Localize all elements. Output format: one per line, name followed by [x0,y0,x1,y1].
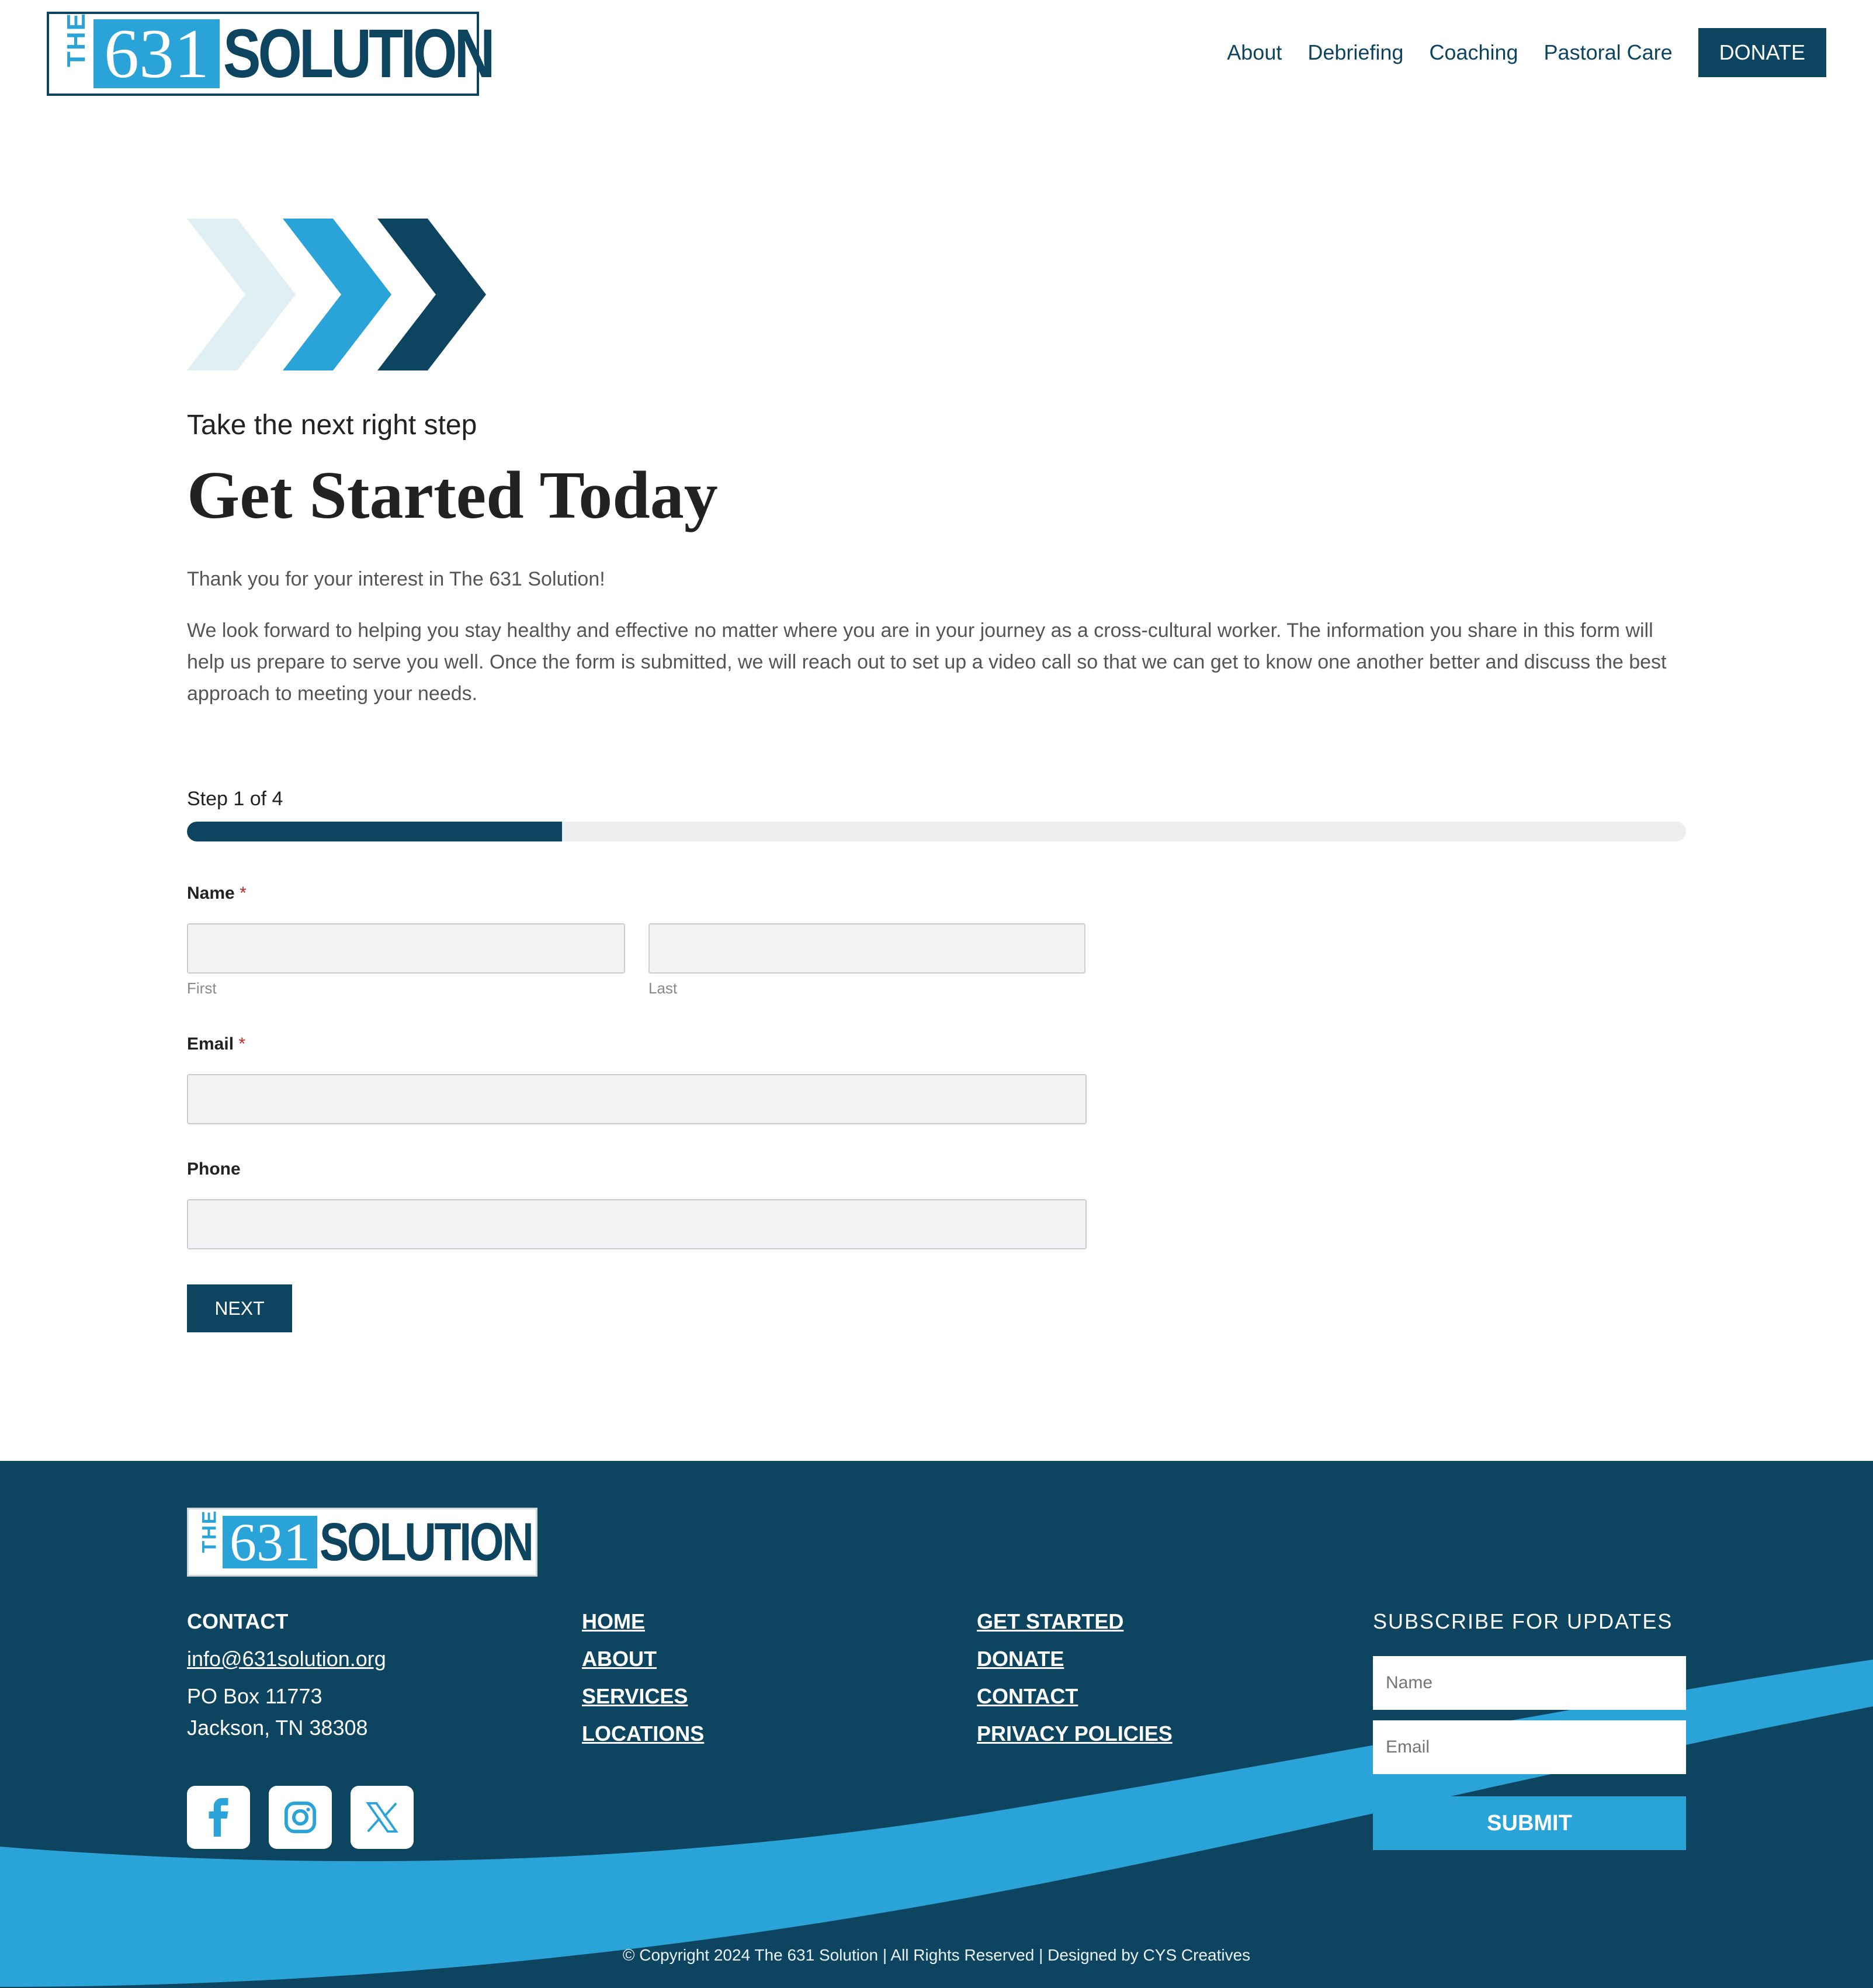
footer-logo-number-text: 631 [223,1515,317,1569]
chevron-light-icon [187,219,296,370]
chevron-arrows-graphic [187,219,486,370]
nav-item-about[interactable]: About [1227,40,1282,65]
progress-bar-fill [187,822,562,841]
contact-heading: CONTACT [187,1609,289,1633]
address-line-2: Jackson, TN 38308 [187,1716,368,1740]
footer-contact-column: CONTACT info@631solution.org PO Box 1177… [187,1609,386,1744]
logo-number-text: 631 [93,19,220,89]
footer-links-column-2: GET STARTED DONATE CONTACT PRIVACY POLIC… [977,1609,1173,1759]
email-label: Email * [187,1034,245,1054]
footer-logo-the-text: THE [198,1509,221,1553]
footer-link-services[interactable]: SERVICES [582,1684,704,1709]
facebook-glyph [209,1798,228,1837]
site-logo[interactable]: THE 631 SOLUTION [47,12,495,96]
x-icon[interactable] [351,1786,414,1849]
copyright-text: © Copyright 2024 The 631 Solution | All … [622,1946,1251,1964]
footer-link-get-started[interactable]: GET STARTED [977,1609,1173,1634]
subscribe-email-input[interactable] [1373,1720,1686,1774]
progress-bar [187,822,1686,841]
footer-logo[interactable]: THE 631 SOLUTION [187,1508,537,1577]
intro-paragraph-thanks: Thank you for your interest in The 631 S… [187,568,605,590]
footer-link-about[interactable]: ABOUT [582,1647,704,1671]
phone-label: Phone [187,1159,241,1179]
instagram-icon[interactable] [269,1786,332,1849]
next-button[interactable]: NEXT [187,1284,292,1332]
nav-item-debriefing[interactable]: Debriefing [1307,40,1403,65]
name-label-text: Name [187,884,235,903]
required-asterisk: * [240,884,247,903]
footer-logo-word-text: SOLUTION [320,1512,534,1572]
footer-links-column-1: HOME ABOUT SERVICES LOCATIONS [582,1609,704,1759]
subscribe-name-input[interactable] [1373,1656,1686,1710]
email-label-text: Email [187,1034,234,1054]
donate-button[interactable]: DONATE [1698,28,1826,77]
facebook-icon[interactable] [187,1786,250,1849]
name-label: Name * [187,884,247,903]
subscribe-heading: SUBSCRIBE FOR UPDATES [1373,1609,1673,1633]
logo-the-text: THE [62,12,91,67]
site-footer: THE 631 SOLUTION CONTACT info@631solutio… [0,1461,1873,1988]
x-glyph [366,1802,398,1833]
footer-link-donate[interactable]: DONATE [977,1647,1173,1671]
last-name-input[interactable] [648,923,1085,974]
email-input[interactable] [187,1074,1087,1124]
footer-link-home[interactable]: HOME [582,1609,704,1634]
logo-word-text: SOLUTION [223,15,495,92]
phone-input[interactable] [187,1199,1087,1249]
first-name-sublabel: First [187,979,217,997]
first-name-input[interactable] [187,923,625,974]
page-title: Get Started Today [187,458,718,533]
chevron-dark-icon [377,219,486,370]
chevron-medium-icon [283,219,391,370]
address-line-1: PO Box 11773 [187,1684,322,1708]
footer-link-contact[interactable]: CONTACT [977,1684,1173,1709]
required-asterisk: * [238,1034,246,1054]
nav-item-coaching[interactable]: Coaching [1429,40,1518,65]
intro-paragraph-details: We look forward to helping you stay heal… [187,619,1667,705]
contact-email-link[interactable]: info@631solution.org [187,1647,386,1671]
main-nav: About Debriefing Coaching Pastoral Care … [1201,28,1826,77]
subscribe-submit-button[interactable]: SUBMIT [1373,1796,1686,1850]
last-name-sublabel: Last [648,979,678,997]
hero-subtitle: Take the next right step [187,410,477,441]
site-header: THE 631 SOLUTION About Debriefing Coachi… [0,0,1873,106]
intro-text: Thank you for your interest in The 631 S… [187,563,1686,729]
footer-link-locations[interactable]: LOCATIONS [582,1722,704,1746]
nav-item-pastoral-care[interactable]: Pastoral Care [1544,40,1673,65]
step-indicator: Step 1 of 4 [187,788,283,810]
footer-link-privacy-policies[interactable]: PRIVACY POLICIES [977,1722,1173,1746]
instagram-glyph [284,1801,317,1834]
